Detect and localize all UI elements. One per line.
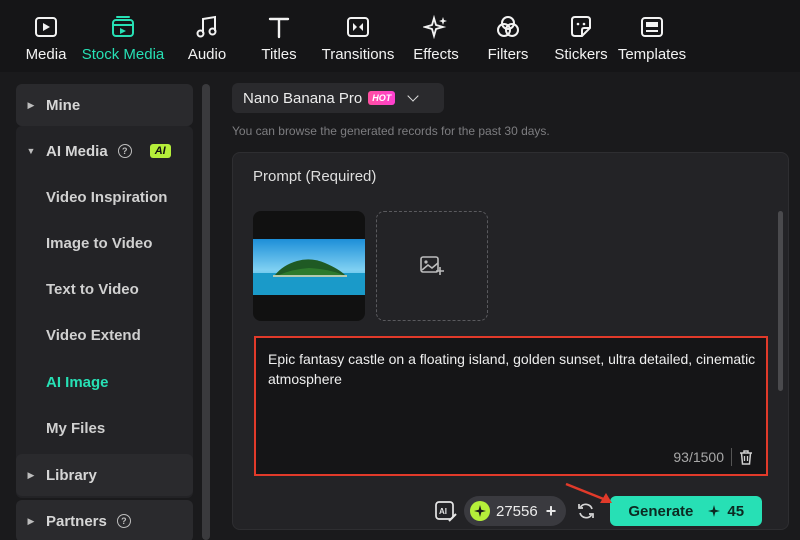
ai-badge: AI [149, 144, 171, 158]
sidebar-item-mine[interactable]: ▶ Mine [16, 84, 193, 126]
sidebar-sub-my-files[interactable]: My Files [46, 420, 105, 437]
caret-right-icon: ▶ [27, 515, 35, 526]
template-icon [637, 12, 667, 42]
toolbar-effects[interactable]: Effects [404, 0, 468, 72]
toolbar-audio[interactable]: Audio [168, 0, 246, 72]
toolbar-filters[interactable]: Filters [468, 0, 548, 72]
history-hint: You can browse the generated records for… [232, 124, 550, 138]
svg-text:AI: AI [439, 507, 447, 516]
prompt-textarea[interactable]: Epic fantasy castle on a floating island… [254, 336, 768, 476]
sidebar-sub-image-to-video[interactable]: Image to Video [46, 235, 152, 252]
sidebar: ▶ Mine ▼ AI Media ? AI Video Inspiration… [0, 72, 215, 540]
island-image [253, 239, 365, 295]
text-t-icon [264, 12, 294, 42]
caret-right-icon: ▶ [27, 99, 35, 110]
model-dropdown[interactable]: Nano Banana Pro HOT [232, 83, 444, 113]
toolbar-media[interactable]: Media [14, 0, 78, 72]
caret-right-icon: ▶ [27, 469, 35, 480]
chevron-down-icon [407, 90, 419, 102]
sidebar-scrollbar[interactable] [202, 84, 210, 540]
sparkle-icon [421, 12, 451, 42]
ai-prompt-tool-icon[interactable]: AI [434, 499, 458, 523]
help-icon[interactable]: ? [116, 514, 131, 528]
toolbar-templates[interactable]: Templates [614, 0, 690, 72]
toolbar-titles[interactable]: Titles [246, 0, 312, 72]
add-credits-icon[interactable]: + [546, 501, 557, 522]
media-icon [31, 12, 61, 42]
sidebar-sub-ai-image[interactable]: AI Image [46, 374, 109, 391]
credit-spark-icon [708, 505, 721, 517]
credit-coin-icon [470, 501, 490, 521]
sidebar-item-partners[interactable]: ▶ Partners ? [16, 500, 193, 540]
help-icon[interactable]: ? [117, 144, 132, 158]
toolbar-stickers[interactable]: Stickers [548, 0, 614, 72]
toolbar-stock-media[interactable]: Stock Media [78, 0, 168, 72]
transition-icon [343, 12, 373, 42]
prompt-title: Prompt (Required) [253, 168, 377, 185]
sidebar-sub-text-to-video[interactable]: Text to Video [46, 281, 139, 298]
reference-image-thumbnail[interactable] [253, 211, 365, 321]
sticker-icon [566, 12, 596, 42]
hot-badge: HOT [368, 91, 396, 105]
trash-icon[interactable] [738, 449, 754, 465]
filter-icon [493, 12, 523, 42]
counter-divider [731, 448, 732, 466]
add-image-button[interactable] [376, 211, 488, 321]
sidebar-item-ai-media[interactable]: ▼ AI Media ? AI [16, 130, 193, 172]
credits-balance[interactable]: 27556 + [464, 496, 567, 526]
sidebar-item-library[interactable]: ▶ Library [16, 454, 193, 496]
generate-button[interactable]: Generate 45 [610, 496, 763, 526]
sidebar-sub-video-extend[interactable]: Video Extend [46, 327, 141, 344]
annotation-arrow [565, 482, 612, 503]
caret-down-icon: ▼ [26, 146, 36, 156]
top-toolbar: Media Stock Media Audio Titles Transitio… [0, 0, 800, 72]
panel-scrollbar[interactable] [778, 211, 783, 391]
sidebar-sub-video-inspiration[interactable]: Video Inspiration [46, 189, 167, 206]
sidebar-ai-media-group [16, 126, 193, 498]
add-image-icon [420, 256, 444, 275]
music-note-icon [192, 12, 222, 42]
character-counter: 93/1500 [673, 449, 724, 465]
toolbar-transitions[interactable]: Transitions [312, 0, 404, 72]
stock-media-icon [108, 12, 138, 42]
prompt-text: Epic fantasy castle on a floating island… [268, 351, 756, 387]
